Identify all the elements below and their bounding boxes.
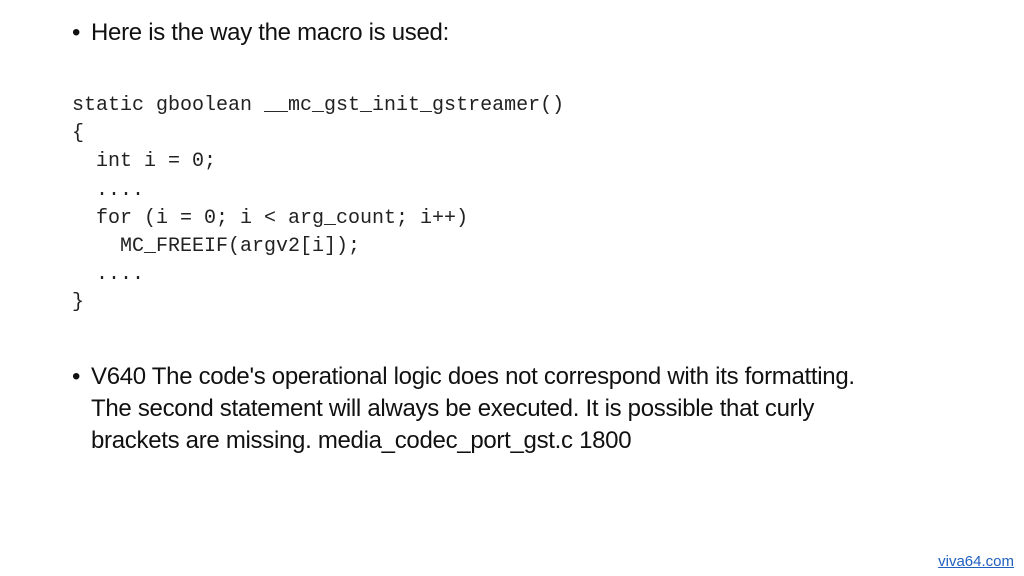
code-block: static gboolean __mc_gst_init_gstreamer(… (72, 92, 564, 318)
bullet-item: • Here is the way the macro is used: (72, 17, 672, 49)
code-line: } (72, 291, 85, 315)
code-line: .... (72, 263, 145, 287)
bullet-text: V640 The code's operational logic does n… (91, 363, 855, 454)
code-line: MC_FREEIF(argv2[i]); (72, 234, 361, 258)
bullet-item: • V640 The code's operational logic does… (72, 361, 892, 457)
bullet-icon: • (72, 363, 81, 390)
code-line: for (i = 0; i < arg_count; i++) (72, 206, 469, 230)
bullet-icon: • (72, 19, 81, 46)
code-line: { (72, 122, 85, 146)
code-line: .... (72, 178, 145, 202)
code-line: static gboolean __mc_gst_init_gstreamer(… (72, 94, 565, 117)
viva64-link[interactable]: viva64.com (938, 553, 1014, 570)
bullet-text: Here is the way the macro is used: (91, 19, 449, 46)
code-line: int i = 0; (72, 150, 217, 174)
